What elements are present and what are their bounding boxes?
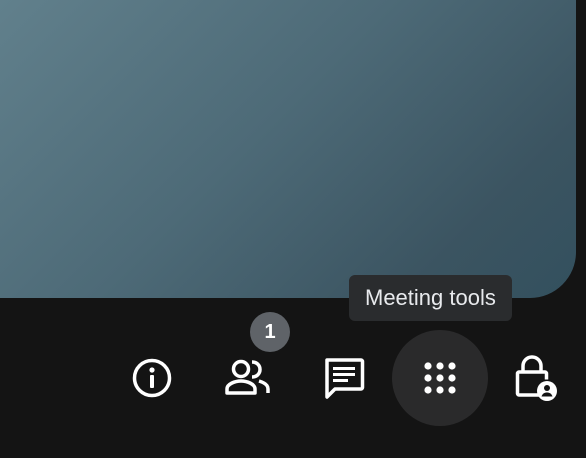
people-icon bbox=[225, 359, 270, 395]
apps-grid-icon bbox=[424, 362, 456, 394]
info-icon bbox=[132, 358, 172, 398]
meeting-tools-tooltip: Meeting tools bbox=[349, 275, 512, 321]
meeting-screen: Meeting tools 1 bbox=[0, 0, 586, 458]
chat-button[interactable] bbox=[296, 330, 392, 426]
chat-icon bbox=[325, 358, 365, 399]
lock-person-icon bbox=[515, 355, 557, 401]
tooltip-text: Meeting tools bbox=[365, 285, 496, 310]
meeting-details-button[interactable] bbox=[104, 330, 200, 426]
meeting-tools-button[interactable] bbox=[392, 330, 488, 426]
host-controls-button[interactable] bbox=[488, 330, 584, 426]
participant-count-badge: 1 bbox=[250, 312, 290, 352]
participant-video-tile[interactable] bbox=[0, 0, 576, 298]
